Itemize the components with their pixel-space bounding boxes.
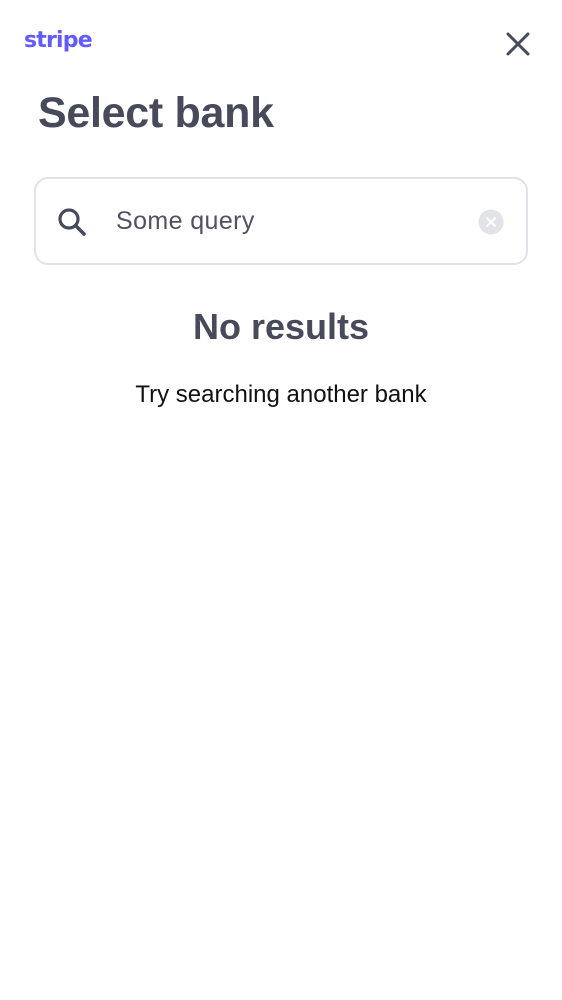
- search-icon: [58, 208, 86, 236]
- close-icon: [506, 32, 530, 56]
- no-results-title: No results: [192, 306, 370, 347]
- stripe-logo: stripe: [24, 28, 93, 53]
- page-title: Select bank: [38, 89, 274, 137]
- no-results-hint: Try searching another bank: [135, 381, 427, 408]
- search-box[interactable]: [34, 177, 528, 265]
- top-bar: stripe: [0, 0, 562, 86]
- search-input[interactable]: [116, 201, 466, 241]
- close-button[interactable]: [500, 26, 536, 62]
- clear-search-icon[interactable]: [478, 209, 504, 235]
- bank-picker-screen: stripe Select bank No results Try search…: [0, 0, 562, 1000]
